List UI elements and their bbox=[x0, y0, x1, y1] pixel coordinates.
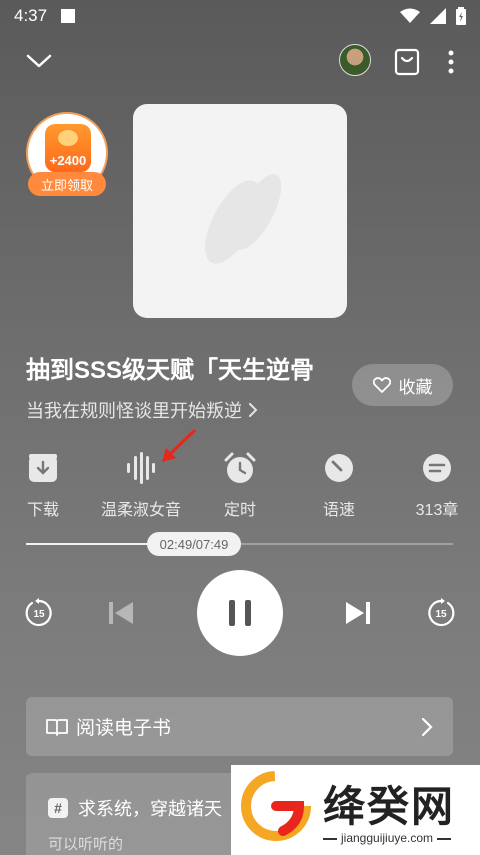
rewind-15-button[interactable]: 15 bbox=[22, 596, 56, 630]
chapters-label: 313章 bbox=[415, 502, 459, 519]
chevron-right-icon bbox=[249, 403, 258, 417]
claim-reward-button[interactable]: 立即领取 bbox=[28, 172, 106, 196]
signal-icon bbox=[430, 8, 446, 24]
speed-dial-icon bbox=[325, 454, 353, 482]
pause-button[interactable] bbox=[197, 570, 283, 656]
recommendation-title: 求系统，穿越诸天 bbox=[78, 799, 222, 819]
pause-icon bbox=[229, 600, 235, 626]
chapter-list-icon bbox=[423, 454, 451, 482]
favorite-button[interactable]: 收藏 bbox=[352, 364, 453, 406]
collapse-button[interactable] bbox=[22, 46, 56, 76]
forward-15-icon: 15 bbox=[428, 598, 455, 627]
hashtag-icon: # bbox=[48, 798, 68, 818]
playback-time[interactable]: 02:49/07:49 bbox=[147, 532, 241, 556]
timer-tool[interactable]: 定时 bbox=[195, 452, 285, 520]
favorite-label: 收藏 bbox=[398, 377, 433, 397]
book-cover bbox=[133, 104, 347, 318]
download-label: 下载 bbox=[26, 502, 59, 519]
site-watermark: 绛癸网 jiangguijiuye.com bbox=[231, 765, 480, 855]
playback-controls: 15 15 bbox=[0, 570, 480, 656]
brand-logo-icon bbox=[241, 771, 311, 841]
cover-placeholder-icon bbox=[205, 174, 282, 264]
heart-icon bbox=[372, 377, 391, 393]
voice-label: 温柔淑女音 bbox=[100, 502, 181, 519]
watermark-brand: 绛癸网 bbox=[323, 782, 456, 831]
more-button[interactable] bbox=[440, 46, 462, 78]
skip-previous-icon bbox=[109, 602, 133, 624]
alarm-clock-icon bbox=[224, 452, 256, 483]
skip-next-icon bbox=[346, 602, 370, 624]
coin-reward-badge[interactable]: +2400 立即领取 bbox=[26, 112, 108, 196]
previous-chapter-button[interactable] bbox=[104, 596, 138, 630]
book-subtitle: 当我在规则怪谈里开始叛逆 bbox=[26, 401, 242, 421]
status-time: 4:37 bbox=[14, 6, 48, 25]
coin-reward-icon: +2400 bbox=[45, 124, 91, 172]
forward-15-button[interactable]: 15 bbox=[424, 596, 458, 630]
speed-label: 语速 bbox=[322, 502, 355, 519]
rewind-15-icon: 15 bbox=[25, 598, 52, 627]
next-chapter-button[interactable] bbox=[341, 596, 375, 630]
shopping-bag-icon bbox=[394, 48, 420, 76]
tools-row: 下载 温柔淑女音 定时 语速 313章 bbox=[0, 452, 480, 522]
forward-seconds: 15 bbox=[435, 609, 447, 620]
user-avatar[interactable] bbox=[339, 44, 371, 76]
download-tool[interactable]: 下载 bbox=[0, 452, 88, 520]
book-title: 抽到SSS级天赋「天生逆骨 bbox=[26, 357, 315, 384]
wifi-icon bbox=[400, 8, 420, 23]
coin-amount: +2400 bbox=[49, 153, 87, 168]
speed-tool[interactable]: 语速 bbox=[294, 452, 384, 520]
read-ebook-label: 阅读电子书 bbox=[76, 718, 172, 739]
chevron-right-icon bbox=[421, 717, 433, 736]
read-ebook-button[interactable]: 阅读电子书 bbox=[26, 697, 453, 756]
timer-label: 定时 bbox=[223, 502, 256, 519]
chapters-tool[interactable]: 313章 bbox=[392, 452, 480, 520]
book-subtitle-link[interactable]: 当我在规则怪谈里开始叛逆 bbox=[26, 397, 258, 423]
chevron-down-icon bbox=[26, 54, 52, 68]
more-vertical-icon bbox=[448, 50, 454, 74]
open-book-icon bbox=[46, 718, 68, 736]
voice-tool[interactable]: 温柔淑女音 bbox=[96, 452, 186, 520]
voice-waveform-icon bbox=[127, 452, 155, 484]
download-icon bbox=[29, 454, 57, 482]
watermark-url: jiangguijiuye.com bbox=[319, 831, 455, 845]
battery-icon bbox=[456, 7, 466, 25]
status-bar: 4:37 bbox=[0, 0, 480, 32]
rewind-seconds: 15 bbox=[33, 609, 45, 620]
notification-icon bbox=[61, 9, 76, 23]
shop-button[interactable] bbox=[391, 46, 423, 78]
